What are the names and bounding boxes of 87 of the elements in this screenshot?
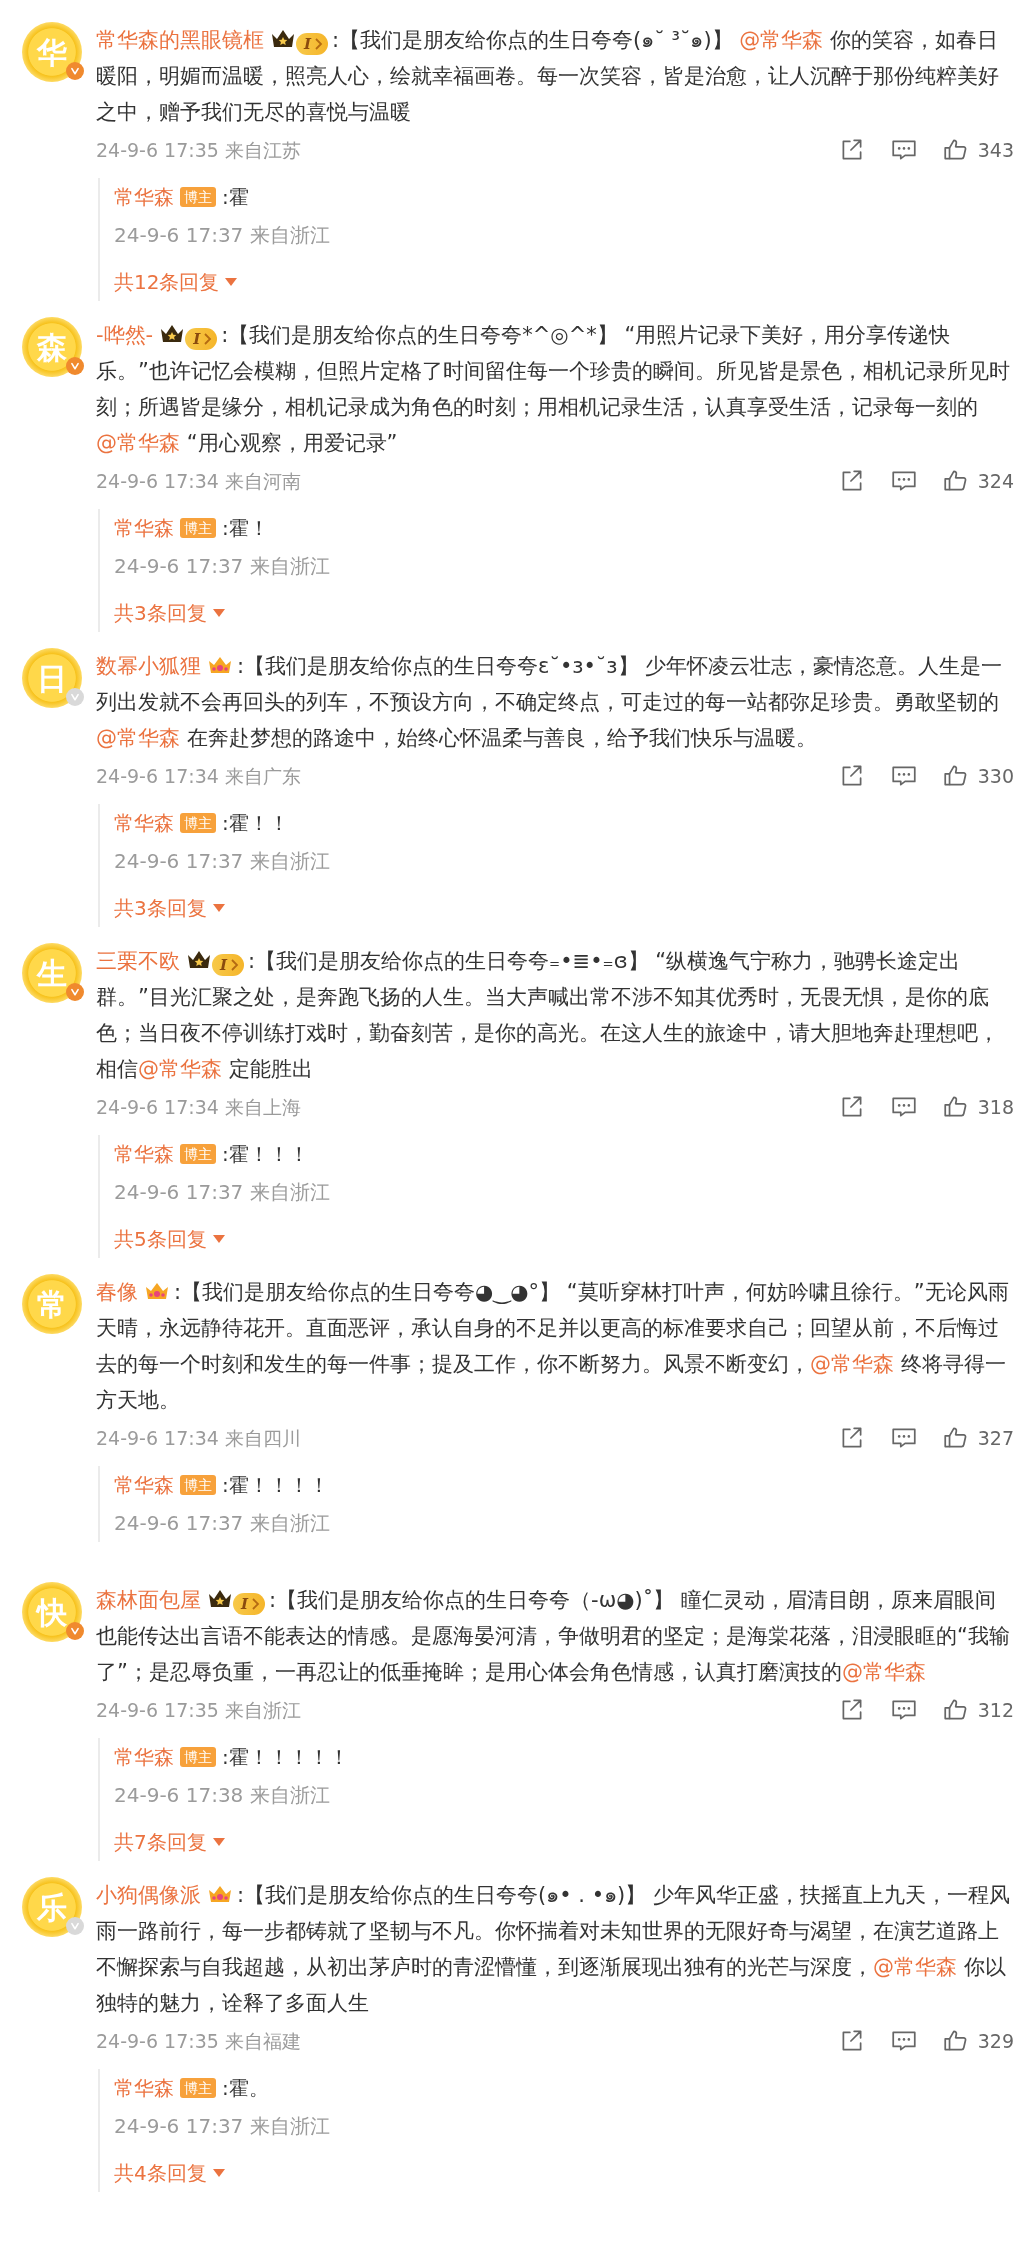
mention-link[interactable]: @常华森 bbox=[841, 1660, 926, 1684]
timestamp: 24-9-6 17:34 来自上海 bbox=[96, 1094, 301, 1120]
timestamp: 24-9-6 17:34 来自四川 bbox=[96, 1425, 301, 1451]
username-link[interactable]: 小狗偶像派 bbox=[96, 1883, 201, 1907]
username-link[interactable]: 常华森的黑眼镜框 bbox=[96, 28, 264, 52]
author-tag: 博主 bbox=[180, 813, 216, 833]
mention-link[interactable]: @常华森 bbox=[138, 1057, 222, 1081]
timestamp: 24-9-6 17:37 来自浙江 bbox=[114, 848, 331, 875]
timestamp: 24-9-6 17:38 来自浙江 bbox=[114, 1782, 331, 1809]
chevron-icon bbox=[230, 958, 241, 972]
caret-icon bbox=[212, 1838, 225, 1846]
timestamp: 24-9-6 17:37 来自浙江 bbox=[114, 2113, 331, 2140]
timestamp: 24-9-6 17:35 来自江苏 bbox=[96, 137, 301, 163]
reply-text: :霍！！！ bbox=[222, 1142, 309, 1166]
more-replies-link[interactable]: 共3条回复 bbox=[114, 594, 225, 632]
chevron-icon bbox=[251, 1597, 262, 1611]
chevron-icon bbox=[314, 37, 325, 51]
timestamp: 24-9-6 17:34 来自广东 bbox=[96, 763, 301, 789]
author-tag: 博主 bbox=[180, 518, 216, 538]
reply-text: :霍 bbox=[222, 185, 249, 209]
more-replies-link[interactable]: 共3条回复 bbox=[114, 889, 225, 927]
username-link[interactable]: 常华森 bbox=[114, 811, 174, 835]
username-link[interactable]: 常华森 bbox=[114, 516, 174, 540]
username-link[interactable]: 常华森 bbox=[114, 1473, 174, 1497]
caret-icon bbox=[212, 609, 225, 617]
comment-text: 数幂小狐狸 :【我们是朋友给你点的生日夸夸ɛ˘•з•˘ɜ】 少年怀凌云壮志，豪情恣意。人生是一列出发就不会再回头的列车，不预设方向，不确定终点，可走过的每一站都弥足珍贵。勇敢坚韧的 @常华森 在奔赴梦想的路途中，始终心怀温柔与善良，给予我们快乐与温暖。 bbox=[96, 653, 1004, 752]
caret-icon bbox=[212, 2169, 225, 2177]
caret-icon bbox=[225, 278, 238, 286]
like-button[interactable]: 327 bbox=[941, 1423, 1014, 1453]
username-link[interactable]: 常华森 bbox=[114, 1745, 174, 1769]
caret-icon bbox=[212, 904, 225, 912]
username-link[interactable]: 森林面包屋 bbox=[96, 1588, 201, 1612]
chevron-icon bbox=[203, 332, 214, 346]
reply-text: :霍。 bbox=[222, 2076, 269, 2100]
username-link[interactable]: 常华森 bbox=[114, 2076, 174, 2100]
mention-link[interactable]: @常华森 bbox=[96, 726, 180, 750]
like-button[interactable]: 330 bbox=[941, 761, 1014, 791]
username-link[interactable]: -哗然- bbox=[96, 323, 154, 347]
more-replies-link[interactable]: 共7条回复 bbox=[114, 1823, 225, 1861]
mention-link[interactable]: @常华森 bbox=[96, 431, 180, 455]
comment-text: 森林面包屋 I :【我们是朋友给你点的生日夸夸（-ω◕)˚】 瞳仁灵动，眉清目朗，原来眉眼间也能传达出言语不能表达的情感。是愿海晏河清，争做明君的坚定；是海棠花落，泪浸眼眶的“我输了”；是忍辱负重，一再忍让的低垂掩眸；是用心体会角色情感，认真打磨演技的@常华森 bbox=[96, 1587, 1011, 1686]
username-link[interactable]: 三栗不欧 bbox=[96, 949, 180, 973]
more-replies-link[interactable]: 共12条回复 bbox=[114, 263, 238, 301]
more-replies-link[interactable]: 共4条回复 bbox=[114, 2154, 225, 2192]
timestamp: 24-9-6 17:37 来自浙江 bbox=[114, 1179, 331, 1206]
comment-text: 三栗不欧 I :【我们是朋友给你点的生日夸夸₌•≣•₌ɞ】 “纵横逸气宁称力，驰骋长途定出群。”目光汇聚之处，是奔跑飞扬的人生。当大声喊出常不涉不知其优秀时，无畏无惧，是你的底色；当日夜不停训练打戏时，勤奋刻苦，是你的高光。在这人生的旅途中，请大胆地奔赴理想吧，相信@常华森 定能胜出 bbox=[96, 948, 1000, 1083]
username-link[interactable]: 常华森 bbox=[114, 1142, 174, 1166]
mention-link[interactable]: @常华森 bbox=[739, 28, 824, 52]
like-button[interactable]: 343 bbox=[941, 135, 1014, 165]
author-tag: 博主 bbox=[180, 1747, 216, 1767]
comment-text: -哗然- I :【我们是朋友给你点的生日夸夸*^◎^*】 “用照片记录下美好，用分享传递快乐。”也许记忆会模糊，但照片定格了时间留住每一个珍贵的瞬间。所见皆是景色，相机记录所见时刻；所遇皆是缘分，相机记录成为角色的时刻；用相机记录生活，认真享受生活，记录每一刻的 @常华森 “用心观察，用爱记录” bbox=[96, 322, 1011, 457]
like-button[interactable]: 329 bbox=[941, 2026, 1014, 2056]
timestamp: 24-9-6 17:34 来自河南 bbox=[96, 468, 301, 494]
mention-link[interactable]: @常华森 bbox=[873, 1955, 957, 1979]
level-text: I bbox=[193, 329, 201, 350]
like-button[interactable]: 312 bbox=[941, 1695, 1014, 1725]
more-replies-link[interactable]: 共5条回复 bbox=[114, 1220, 225, 1258]
timestamp: 24-9-6 17:35 来自浙江 bbox=[96, 1697, 301, 1723]
caret-icon bbox=[212, 1235, 225, 1243]
comment-text: 小狗偶像派 :【我们是朋友给你点的生日夸夸(๑• . •๑)】 少年风华正盛，扶摇直上九天，一程风雨一路前行，每一步都铸就了坚韧与不凡。你怀揣着对未知世界的无限好奇与渴望，在演艺道路上不懈探索与自我超越，从初出茅庐时的青涩懵懂，到逐渐展现出独有的光芒与深度，@常华森 你以独特的魅力，诠释了多面人生 bbox=[96, 1882, 1011, 2017]
author-tag: 博主 bbox=[180, 2078, 216, 2098]
level-text: I bbox=[304, 34, 312, 55]
like-button[interactable]: 318 bbox=[941, 1092, 1014, 1122]
author-tag: 博主 bbox=[180, 1144, 216, 1164]
timestamp: 24-9-6 17:37 来自浙江 bbox=[114, 553, 331, 580]
username-link[interactable]: 数幂小狐狸 bbox=[96, 654, 201, 678]
comment-text: 春像 :【我们是朋友给你点的生日夸夸◕‿◕°】 “莫听穿林打叶声，何妨吟啸且徐行。”无论风雨天晴，永远静待花开。直面恶评，承认自身的不足并以更高的标准要求自己；回望从前，不后悔过去的每一个时刻和发生的每一件事；提及工作，你不断努力。风景不断变幻，@常华森 终将寻得一方天地。 bbox=[96, 1279, 1010, 1414]
crown-icon bbox=[270, 28, 296, 50]
level-text: I bbox=[241, 1594, 249, 1615]
mention-link[interactable]: @常华森 bbox=[810, 1352, 894, 1376]
crown-icon bbox=[207, 1588, 233, 1610]
author-tag: 博主 bbox=[180, 1475, 216, 1495]
reply-text: :霍！！ bbox=[222, 811, 289, 835]
timestamp: 24-9-6 17:37 来自浙江 bbox=[114, 222, 331, 249]
username-link[interactable]: 常华森 bbox=[114, 185, 174, 209]
like-button[interactable]: 324 bbox=[941, 466, 1014, 496]
reply-text: :霍！！！！！ bbox=[222, 1745, 349, 1769]
crown-icon bbox=[186, 949, 212, 971]
comment-text: 常华森的黑眼镜框 I :【我们是朋友给你点的生日夸夸(๑˘ ³˘๑)】 @常华森 你的笑容，如春日暖阳，明媚而温暖，照亮人心，绘就幸福画卷。每一次笑容，皆是治愈，让人沉醉于那份纯粹美好之中，赠予我们无尽的喜悦与温暖 bbox=[96, 27, 1000, 126]
username-link[interactable]: 春像 bbox=[96, 1280, 138, 1304]
author-tag: 博主 bbox=[180, 187, 216, 207]
timestamp: 24-9-6 17:37 来自浙江 bbox=[114, 1510, 331, 1537]
timestamp: 24-9-6 17:35 来自福建 bbox=[96, 2028, 301, 2054]
level-text: I bbox=[220, 955, 228, 976]
reply-text: :霍！！！！ bbox=[222, 1473, 329, 1497]
crown-icon bbox=[159, 323, 186, 345]
reply-text: :霍！ bbox=[222, 516, 269, 540]
